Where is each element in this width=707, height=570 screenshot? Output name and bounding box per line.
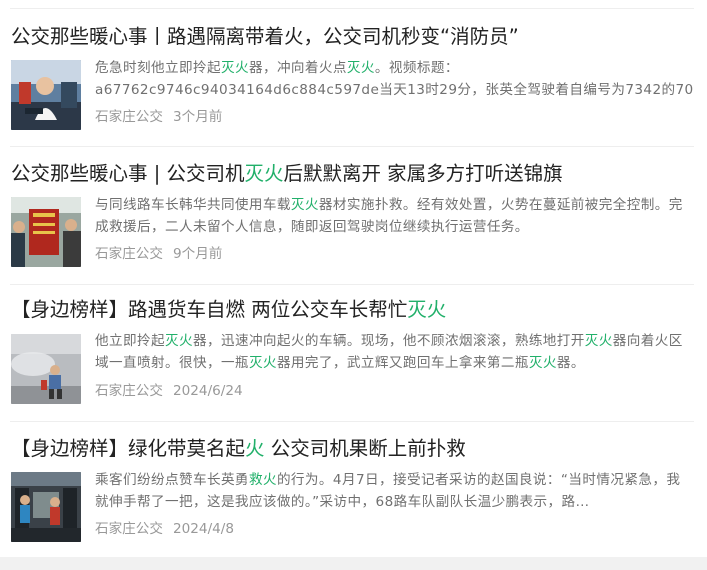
result-source[interactable]: 石家庄公交 bbox=[95, 521, 163, 537]
result-title[interactable]: 【身边榜样】路遇货车自燃 两位公交车长帮忙灭火 bbox=[11, 297, 697, 323]
result-source[interactable]: 石家庄公交 bbox=[95, 109, 163, 125]
result-source[interactable]: 石家庄公交 bbox=[95, 246, 163, 262]
result-separator bbox=[10, 284, 694, 285]
result-meta: 石家庄公交 2024/6/24 bbox=[95, 382, 243, 400]
result-title[interactable]: 公交那些暖心事丨路遇隔离带着火，公交司机秒变“消防员” bbox=[11, 24, 697, 50]
result-snippet: 他立即拎起灭火器，迅速冲向起火的车辆。现场，他不顾浓烟滚滚，熟练地打开灭火器向着… bbox=[95, 333, 683, 371]
result-time: 2024/4/8 bbox=[172, 521, 235, 537]
bottom-bar bbox=[0, 557, 707, 570]
result-title[interactable]: 公交那些暖心事 | 公交司机灭火后默默离开 家属多方打听送锦旗 bbox=[11, 161, 697, 187]
result-source[interactable]: 石家庄公交 bbox=[95, 383, 163, 399]
top-divider bbox=[10, 8, 694, 9]
result-meta: 石家庄公交 9个月前 bbox=[95, 245, 222, 263]
result-separator bbox=[10, 421, 694, 422]
banner-presentation-photo[interactable] bbox=[11, 197, 81, 267]
result-time: 9个月前 bbox=[172, 246, 223, 262]
extinguisher-scene-photo[interactable] bbox=[11, 334, 81, 404]
result-meta: 石家庄公交 2024/4/8 bbox=[95, 520, 234, 538]
result-time: 3个月前 bbox=[172, 109, 223, 125]
result-meta: 石家庄公交 3个月前 bbox=[95, 108, 222, 126]
bus-interior-photo[interactable] bbox=[11, 472, 81, 542]
result-title[interactable]: 【身边榜样】绿化带莫名起火 公交司机果断上前扑救 bbox=[11, 436, 697, 462]
result-snippet: 乘客们纷纷点赞车长英勇救火的行为。4月7日，接受记者采访的赵国良说：“当时情况紧… bbox=[95, 472, 681, 510]
result-snippet: 危急时刻他立即拎起灭火器，冲向着火点灭火。视频标题：a67762c9746c94… bbox=[95, 60, 694, 98]
result-snippet: 与同线路车长韩华共同使用车载灭火器材实施扑救。经有效处置，火势在蔓延前被完全控制… bbox=[95, 197, 683, 235]
result-time: 2024/6/24 bbox=[172, 383, 243, 399]
bus-driver-photo[interactable] bbox=[11, 60, 81, 130]
result-separator bbox=[10, 146, 694, 147]
